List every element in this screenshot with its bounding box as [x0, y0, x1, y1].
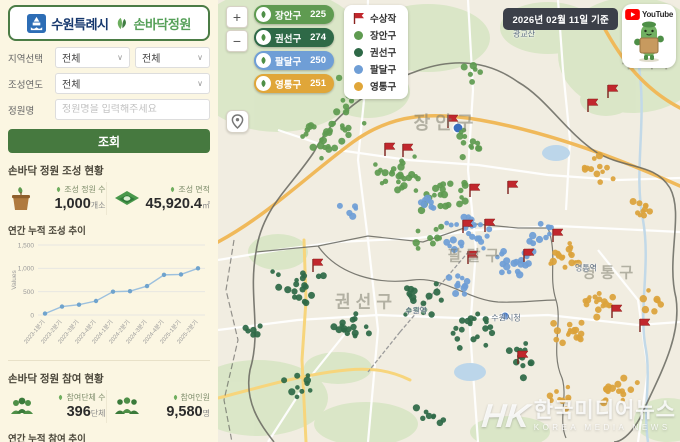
svg-text:0: 0: [30, 312, 34, 319]
leaf-icon: [173, 395, 177, 401]
legend-paldal: 팔달구: [352, 62, 396, 76]
green-dot-icon: [354, 30, 363, 40]
participating-groups-value: 396단체: [66, 404, 106, 421]
year-filter-row: 조성연도 전체 ∨: [8, 73, 210, 94]
created-gardens-label: 조성 정원 수: [64, 185, 106, 194]
dashboard: 수원특례시 손바닥정원 지역선택 전체 ∨ 전체 ∨ 조성연도 전체 ∨ 정원명…: [0, 0, 680, 442]
garden-name-field-wrap: [55, 99, 210, 120]
chevron-down-icon: ∨: [197, 53, 203, 62]
garden-name-input[interactable]: [62, 104, 203, 115]
participating-groups-stat: 참여단체 수 396단체: [8, 390, 106, 423]
brand-garden-name: 손바닥정원: [133, 16, 192, 32]
map-pin-icon: [231, 114, 244, 129]
svg-text:Values: Values: [11, 270, 18, 290]
participants-value: 9,580명: [166, 404, 210, 421]
region-select-1[interactable]: 전체 ∨: [55, 47, 130, 68]
created-gardens-value: 1,000개소: [54, 196, 106, 212]
leaf-icon: [256, 53, 271, 68]
leaf-icon: [171, 186, 175, 193]
creation-section-title: 손바닥 정원 조성 현황: [8, 165, 104, 177]
zoom-in-button[interactable]: +: [226, 6, 248, 28]
people-group-icon: [11, 397, 33, 414]
red-flag-icon: [352, 12, 365, 25]
participating-groups-label-row: 참여단체 수: [40, 392, 106, 403]
svg-text:1,500: 1,500: [18, 242, 35, 249]
creation-chart-title: 연간 누적 조성 추이: [8, 226, 86, 238]
year-select-value: 전체: [62, 80, 81, 91]
legend-yeongtong: 영통구: [352, 79, 396, 93]
participants-label: 참여인원: [180, 393, 210, 403]
youtube-card[interactable]: YouTube: [622, 4, 676, 68]
region-select-2-value: 전체: [142, 54, 161, 65]
region-filter-row: 지역선택 전체 ∨ 전체 ∨: [8, 47, 210, 68]
locate-button[interactable]: [226, 110, 249, 133]
participation-stats: 참여단체 수 396단체 참여인원 9,580명: [8, 390, 210, 424]
region-label: 지역선택: [8, 53, 43, 65]
dark-green-dot-icon: [354, 47, 363, 57]
leaf-icon: [256, 76, 271, 91]
chevron-down-icon: ∨: [117, 53, 123, 62]
people-crowd-icon: [114, 397, 139, 414]
district-pills: 장안구 225 권선구 274 팔달구 250 영통구 251: [254, 5, 334, 93]
participation-chart-title: 연간 누적 참여 추이: [8, 434, 86, 442]
youtube-logo: YouTube: [625, 9, 673, 20]
participants-label-row: 참여인원: [145, 392, 210, 403]
pill-paldal[interactable]: 팔달구 250: [254, 51, 334, 70]
legend-jangan: 장안구: [352, 28, 396, 42]
suwon-city-logo-icon: [27, 13, 47, 33]
svg-text:1,000: 1,000: [18, 266, 35, 273]
participating-groups-label: 참여단체 수: [66, 393, 106, 403]
blue-dot-icon: [354, 64, 363, 74]
legend-gwonseon: 권선구: [352, 45, 396, 59]
chevron-down-icon: ∨: [197, 79, 203, 88]
legend-award: 수상작: [352, 11, 396, 25]
section-divider: [8, 360, 210, 362]
data-date-badge: 2026년 02월 11일 기준: [503, 8, 618, 30]
pill-gwonseon[interactable]: 권선구 274: [254, 28, 334, 47]
map[interactable]: 장안구팔달구권선구영통구수지구 광교산수원역수원시청영통역 + − 장안구 22…: [218, 0, 680, 442]
created-area-label: 조성 면적: [178, 185, 210, 194]
pill-yeongtong[interactable]: 영통구 251: [254, 74, 334, 93]
participants-stat: 참여인원 9,580명: [105, 390, 210, 424]
flower-pot-icon: [12, 186, 30, 210]
cactus-mascot-icon: [634, 21, 664, 62]
leaf-icon: [256, 30, 271, 45]
money-leaf-icon: [114, 190, 139, 205]
created-area-stat: 조성 면적 45,920.4㎡: [105, 182, 210, 216]
garden-name-label: 정원명: [8, 105, 35, 117]
leaf-icon: [256, 7, 271, 22]
created-area-label-row: 조성 면적: [145, 184, 210, 195]
orange-dot-icon: [354, 81, 363, 91]
sidebar: 수원특례시 손바닥정원 지역선택 전체 ∨ 전체 ∨ 조성연도 전체 ∨ 정원명…: [0, 0, 218, 442]
region-select-1-value: 전체: [62, 54, 81, 65]
youtube-play-icon: [625, 9, 640, 20]
leaf-icon: [117, 17, 126, 29]
created-gardens-label-row: 조성 정원 수: [38, 184, 106, 195]
map-controls: + −: [226, 6, 249, 133]
leaf-icon: [57, 186, 61, 193]
zoom-out-button[interactable]: −: [226, 30, 248, 52]
svg-text:500: 500: [23, 289, 34, 296]
year-select[interactable]: 전체 ∨: [55, 73, 210, 94]
created-area-value: 45,920.4㎡: [145, 196, 210, 212]
creation-stats: 조성 정원 수 1,000개소 조성 면적 45,920.4㎡: [8, 182, 210, 216]
brand-header: 수원특례시 손바닥정원: [8, 5, 210, 41]
leaf-icon: [59, 395, 63, 401]
year-label: 조성연도: [8, 79, 43, 91]
creation-trend-chart: 0 500 1,000 1,500 Values 2023-1분기 2023-2분기 2023…: [8, 237, 210, 354]
pill-jangan[interactable]: 장안구 225: [254, 5, 334, 24]
search-button[interactable]: 조회: [8, 129, 210, 153]
region-select-2[interactable]: 전체 ∨: [135, 47, 210, 68]
created-gardens-stat: 조성 정원 수 1,000개소: [8, 182, 106, 215]
map-legend: 수상작 장안구 권선구 팔달구 영통구: [344, 5, 409, 99]
participation-section-title: 손바닥 정원 참여 현황: [8, 373, 104, 386]
brand-city-name: 수원특례시: [51, 16, 109, 32]
garden-name-row: 정원명: [8, 99, 210, 120]
